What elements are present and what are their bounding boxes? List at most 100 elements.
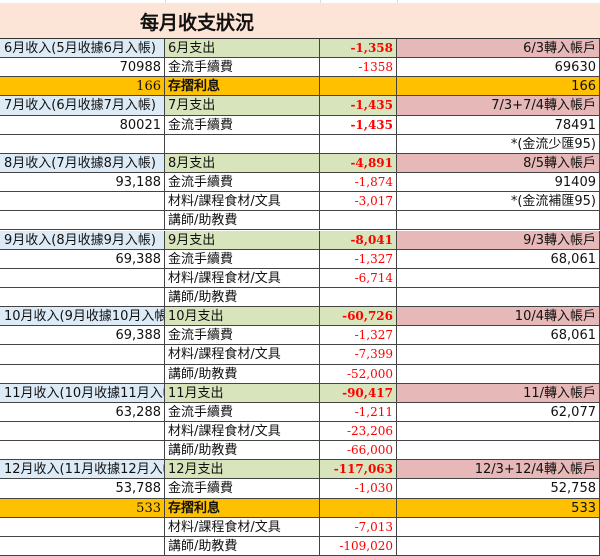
amount-cell[interactable]: -1,327 [320,249,397,269]
amount-cell[interactable]: -109,020 [320,536,397,556]
income-cell[interactable]: 80021 [0,115,165,135]
item-cell[interactable]: 存摺利息 [165,77,320,97]
amount-cell[interactable] [320,211,397,231]
transfer-cell[interactable]: *(金流補匯95) [397,192,600,212]
income-cell[interactable]: 11月收入(10月收據11月入帳) [0,383,165,403]
item-cell[interactable]: 講師/助教費 [165,536,320,556]
transfer-cell[interactable]: 8/5轉入帳戶 [397,153,600,174]
amount-cell[interactable]: -8,041 [320,230,397,250]
item-cell[interactable]: 金流手續費 [165,173,320,193]
income-cell[interactable]: 9月收入(8月收據9月入帳) [0,230,165,250]
item-cell[interactable]: 材料/課程食材/文具 [165,268,320,288]
income-cell[interactable] [0,517,165,537]
amount-cell[interactable]: -23,206 [320,422,397,442]
item-cell[interactable]: 金流手續費 [165,58,320,78]
amount-cell[interactable]: -1,435 [320,115,397,135]
item-cell[interactable]: 8月支出 [165,153,320,174]
amount-cell[interactable]: -6,714 [320,268,397,288]
transfer-cell[interactable] [397,287,600,308]
income-cell[interactable]: 69,388 [0,249,165,269]
item-cell[interactable]: 金流手續費 [165,326,320,346]
item-cell[interactable]: 講師/助教費 [165,441,320,461]
amount-cell[interactable]: -1,211 [320,402,397,422]
transfer-cell[interactable]: 69630 [397,58,600,78]
amount-cell[interactable]: -1,030 [320,479,397,499]
amount-cell[interactable]: -7,013 [320,517,397,537]
item-cell[interactable]: 金流手續費 [165,115,320,135]
amount-cell[interactable]: -3,017 [320,192,397,212]
amount-cell[interactable]: -1,874 [320,173,397,193]
income-cell[interactable] [0,345,165,365]
item-cell[interactable]: 材料/課程食材/文具 [165,192,320,212]
income-cell[interactable] [0,422,165,442]
item-cell[interactable]: 金流手續費 [165,479,320,499]
item-cell[interactable]: 7月支出 [165,96,320,116]
transfer-cell[interactable]: 68,061 [397,326,600,346]
amount-cell[interactable]: -66,000 [320,441,397,461]
amount-cell[interactable]: -1,358 [320,39,397,59]
income-cell[interactable] [0,268,165,288]
income-cell[interactable]: 70988 [0,58,165,78]
transfer-cell[interactable] [397,211,600,231]
income-cell[interactable]: 8月收入(7月收據8月入帳) [0,153,165,174]
transfer-cell[interactable]: 533 [397,498,600,518]
title-cell[interactable]: 每月收支狀況 [0,3,600,39]
income-cell[interactable]: 53,788 [0,479,165,499]
amount-cell[interactable] [320,134,397,154]
amount-cell[interactable]: -1,327 [320,326,397,346]
transfer-cell[interactable]: 68,061 [397,249,600,269]
income-cell[interactable] [0,287,165,308]
amount-cell[interactable] [320,498,397,518]
item-cell[interactable]: 講師/助教費 [165,211,320,231]
amount-cell[interactable]: -60,726 [320,307,397,327]
item-cell[interactable]: 金流手續費 [165,249,320,269]
transfer-cell[interactable]: 62,077 [397,402,600,422]
income-cell[interactable]: 6月收入(5月收據6月入帳) [0,39,165,59]
amount-cell[interactable] [320,77,397,97]
transfer-cell[interactable]: 7/3+7/4轉入帳戶 [397,96,600,116]
transfer-cell[interactable]: 78491 [397,115,600,135]
income-cell[interactable] [0,211,165,231]
income-cell[interactable] [0,441,165,461]
item-cell[interactable]: 講師/助教費 [165,364,320,384]
amount-cell[interactable]: -1358 [320,58,397,78]
income-cell[interactable]: 93,188 [0,173,165,193]
income-cell[interactable] [0,364,165,384]
item-cell[interactable]: 材料/課程食材/文具 [165,517,320,537]
transfer-cell[interactable]: 11/轉入帳戶 [397,383,600,403]
transfer-cell[interactable]: 6/3轉入帳戶 [397,39,600,59]
item-cell[interactable]: 材料/課程食材/文具 [165,422,320,442]
item-cell[interactable]: 9月支出 [165,230,320,250]
item-cell[interactable]: 存摺利息 [165,498,320,518]
item-cell[interactable]: 金流手續費 [165,402,320,422]
item-cell[interactable]: 材料/課程食材/文具 [165,345,320,365]
transfer-cell[interactable]: 91409 [397,173,600,193]
transfer-cell[interactable] [397,517,600,537]
amount-cell[interactable]: -7,399 [320,345,397,365]
amount-cell[interactable]: -52,000 [320,364,397,384]
item-cell[interactable]: 講師/助教費 [165,287,320,308]
amount-cell[interactable]: -1,435 [320,96,397,116]
transfer-cell[interactable]: 9/3轉入帳戶 [397,230,600,250]
item-cell[interactable]: 10月支出 [165,307,320,327]
transfer-cell[interactable]: 12/3+12/4轉入帳戶 [397,460,600,480]
transfer-cell[interactable] [397,422,600,442]
amount-cell[interactable]: -117,063 [320,460,397,480]
income-cell[interactable]: 166 [0,77,165,97]
transfer-cell[interactable]: 52,758 [397,479,600,499]
income-cell[interactable]: 12月收入(11月收據12月入帳) [0,460,165,480]
transfer-cell[interactable] [397,268,600,288]
income-cell[interactable]: 7月收入(6月收據7月入帳) [0,96,165,116]
item-cell[interactable] [165,134,320,154]
income-cell[interactable]: 69,388 [0,326,165,346]
item-cell[interactable]: 12月支出 [165,460,320,480]
income-cell[interactable] [0,536,165,556]
item-cell[interactable]: 11月支出 [165,383,320,403]
transfer-cell[interactable] [397,536,600,556]
income-cell[interactable]: 533 [0,498,165,518]
transfer-cell[interactable] [397,441,600,461]
amount-cell[interactable]: -90,417 [320,383,397,403]
transfer-cell[interactable]: *(金流少匯95) [397,134,600,154]
income-cell[interactable]: 10月收入(9月收據10月入帳) [0,307,165,327]
income-cell[interactable] [0,134,165,154]
